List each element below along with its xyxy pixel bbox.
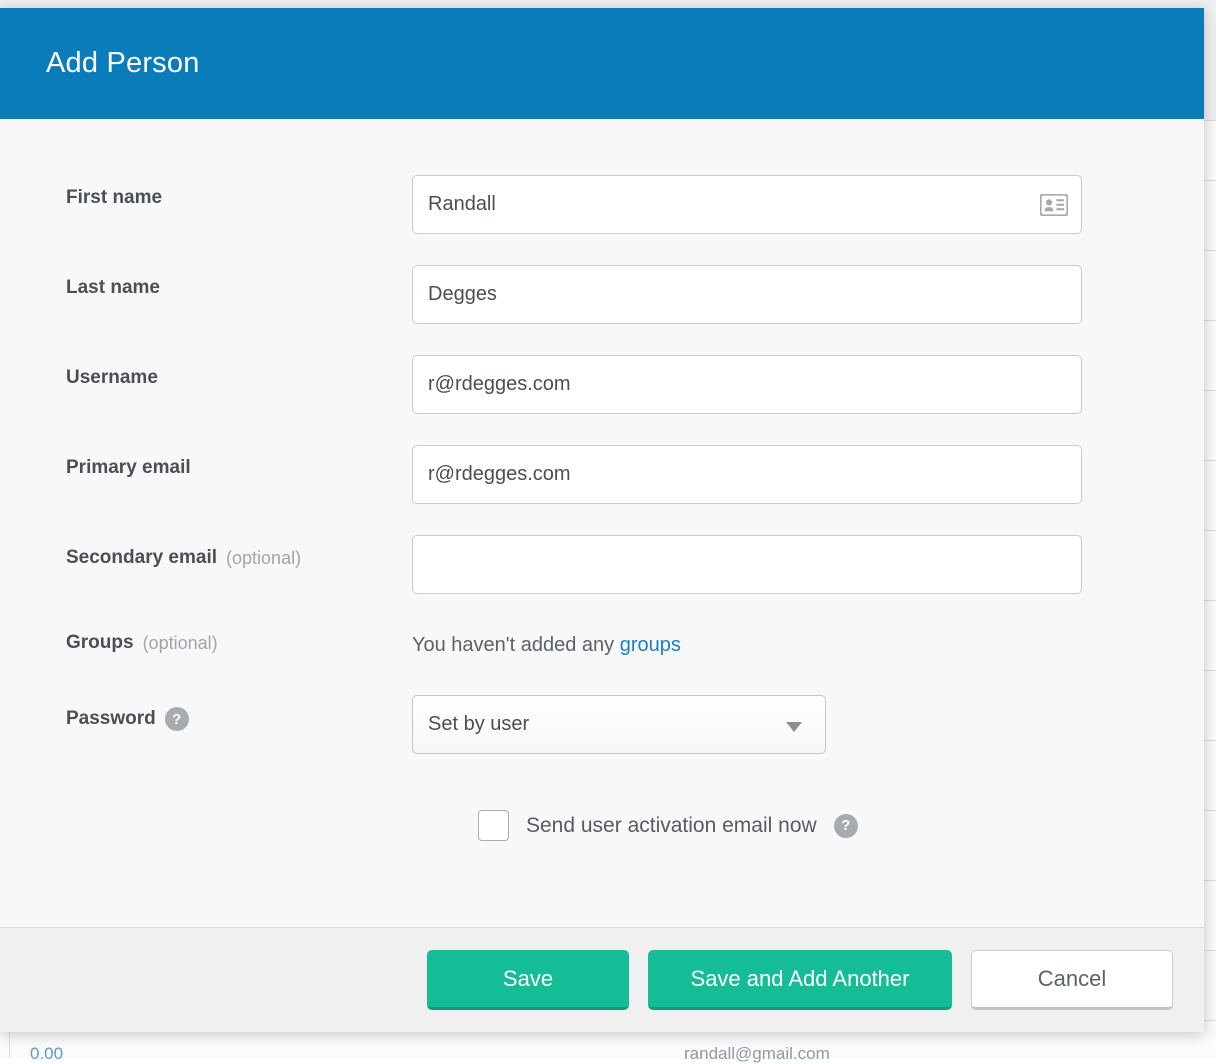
- field-cell: You haven't added any groups: [412, 620, 1204, 657]
- label-text: Secondary email: [66, 547, 217, 569]
- label-primary-email: Primary email: [0, 445, 412, 479]
- input-wrap-secondary-email: [412, 535, 1082, 594]
- label-groups: Groups (optional): [0, 620, 412, 654]
- label-text: Username: [66, 367, 158, 389]
- label-first-name: First name: [0, 175, 412, 209]
- add-person-modal: Add Person First name: [0, 8, 1204, 1032]
- groups-empty-text: You haven't added any: [412, 634, 620, 656]
- last-name-input[interactable]: [412, 265, 1082, 324]
- field-row-last-name: Last name: [0, 265, 1204, 324]
- activation-help-icon[interactable]: ?: [834, 814, 858, 838]
- page-title: Add Person: [46, 47, 200, 80]
- password-select-value: Set by user: [428, 713, 529, 736]
- optional-tag: (optional): [226, 548, 301, 569]
- modal-header: Add Person: [0, 8, 1204, 119]
- primary-email-input[interactable]: [412, 445, 1082, 504]
- label-text: Primary email: [66, 457, 191, 479]
- label-username: Username: [0, 355, 412, 389]
- input-wrap-last-name: [412, 265, 1082, 324]
- input-wrap-username: [412, 355, 1082, 414]
- password-select-wrap: Set by user: [412, 695, 826, 754]
- activation-email-row: Send user activation email now ?: [0, 810, 1204, 841]
- modal-footer: Save Save and Add Another Cancel: [0, 927, 1204, 1032]
- save-button[interactable]: Save: [427, 950, 629, 1010]
- modal-body: First name: [0, 119, 1204, 927]
- field-cell: [412, 265, 1204, 324]
- groups-link[interactable]: groups: [620, 634, 681, 656]
- secondary-email-input[interactable]: [412, 535, 1082, 594]
- field-row-primary-email: Primary email: [0, 445, 1204, 504]
- field-row-groups: Groups (optional) You haven't added any …: [0, 620, 1204, 657]
- field-row-username: Username: [0, 355, 1204, 414]
- field-row-password: Password ? Set by user: [0, 695, 1204, 754]
- field-cell: [412, 445, 1204, 504]
- contact-card-icon[interactable]: [1040, 194, 1068, 216]
- cancel-button[interactable]: Cancel: [971, 950, 1173, 1010]
- field-cell: [412, 175, 1204, 234]
- field-row-secondary-email: Secondary email (optional): [0, 535, 1204, 594]
- optional-tag: (optional): [143, 633, 218, 654]
- password-select[interactable]: Set by user: [412, 695, 826, 754]
- label-text: Groups: [66, 632, 134, 654]
- background-cut-text-left: 0.00: [30, 1044, 63, 1064]
- background-cut-text-center: randall@gmail.com: [684, 1044, 830, 1064]
- label-text: Password: [66, 708, 156, 730]
- label-last-name: Last name: [0, 265, 412, 299]
- password-help-icon[interactable]: ?: [165, 707, 189, 731]
- field-cell: [412, 355, 1204, 414]
- groups-empty-message: You haven't added any groups: [412, 620, 1204, 657]
- input-wrap-first-name: [412, 175, 1082, 234]
- first-name-input[interactable]: [412, 175, 1082, 234]
- save-and-add-another-button[interactable]: Save and Add Another: [648, 950, 952, 1010]
- field-row-first-name: First name: [0, 175, 1204, 234]
- input-wrap-primary-email: [412, 445, 1082, 504]
- label-secondary-email: Secondary email (optional): [0, 535, 412, 569]
- chevron-down-icon: [786, 722, 802, 732]
- field-cell: Set by user: [412, 695, 1204, 754]
- send-activation-email-checkbox[interactable]: [478, 810, 509, 841]
- send-activation-email-label: Send user activation email now: [526, 814, 817, 838]
- label-text: Last name: [66, 277, 160, 299]
- label-password: Password ?: [0, 695, 412, 731]
- label-text: First name: [66, 187, 162, 209]
- username-input[interactable]: [412, 355, 1082, 414]
- field-cell: [412, 535, 1204, 594]
